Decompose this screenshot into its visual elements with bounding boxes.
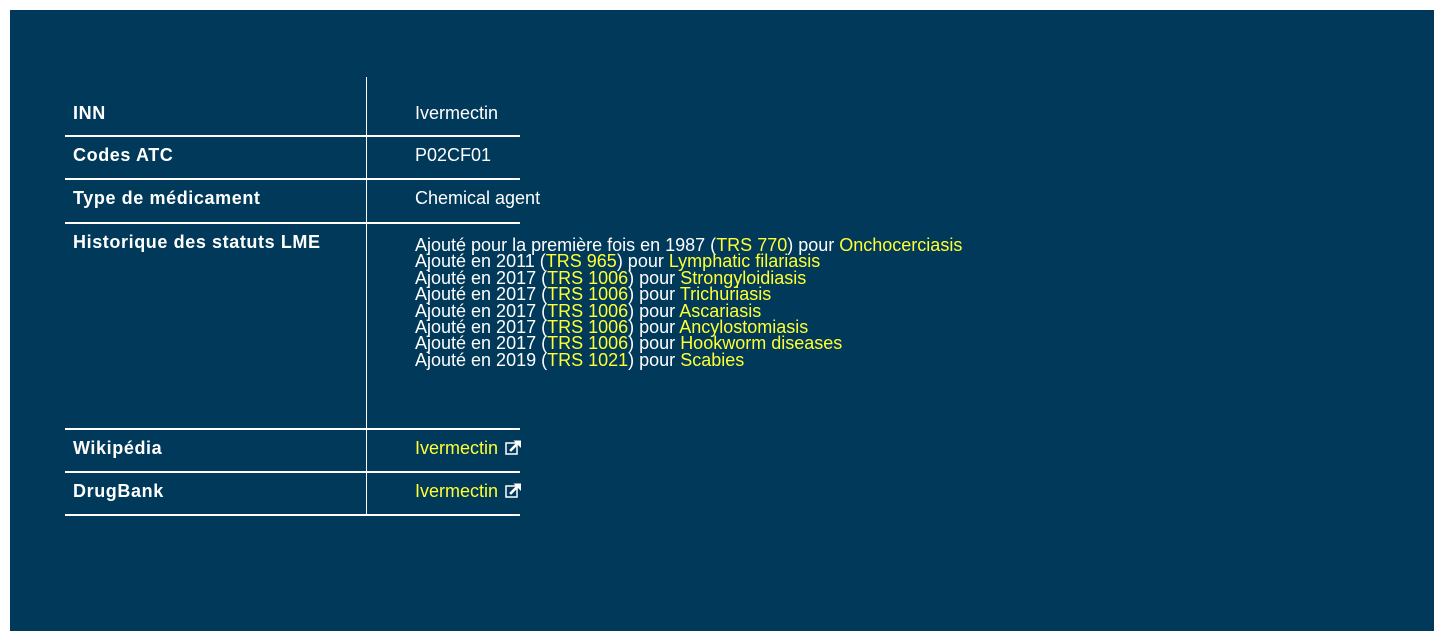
row-inn: INN Ivermectin <box>65 77 520 137</box>
wikipedia-value: Ivermectin <box>367 430 522 473</box>
inn-label: INN <box>65 77 367 137</box>
external-link-icon[interactable] <box>505 483 522 502</box>
trs-link[interactable]: TRS 1021 <box>547 350 628 370</box>
external-link-icon[interactable] <box>505 440 522 459</box>
eml-status-history-list: Ajouté pour la première fois en 1987 (TR… <box>367 224 962 430</box>
wikipedia-label: Wikipédia <box>65 430 367 473</box>
drugbank-label: DrugBank <box>65 473 367 516</box>
row-drugbank: DrugBank Ivermectin <box>65 473 522 516</box>
wikipedia-link[interactable]: Ivermectin <box>415 438 498 458</box>
row-wikipedia: Wikipédia Ivermectin <box>65 430 522 473</box>
indication-link[interactable]: Onchocerciasis <box>839 235 962 255</box>
atc-codes-label: Codes ATC <box>65 137 367 180</box>
medicine-type-value: Chemical agent <box>367 180 540 224</box>
info-panel: INN Ivermectin Codes ATC P02CF01 Type de… <box>10 10 1434 631</box>
atc-codes-value: P02CF01 <box>367 137 520 180</box>
history-entry-text: ) pour <box>628 349 681 370</box>
medicine-type-label: Type de médicament <box>65 180 367 224</box>
row-atc-codes: Codes ATC P02CF01 <box>65 137 520 180</box>
inn-value: Ivermectin <box>367 77 520 137</box>
drugbank-value: Ivermectin <box>367 473 522 516</box>
history-entry: Ajouté en 2019 (TRS 1021) pour Scabies <box>415 351 744 369</box>
history-entry-text: Ajouté en 2019 ( <box>415 349 548 370</box>
eml-status-history-label: Historique des statuts LME <box>65 224 367 430</box>
row-medicine-type: Type de médicament Chemical agent <box>65 180 540 224</box>
row-eml-status-history: Historique des statuts LME Ajouté pour l… <box>65 224 962 430</box>
drugbank-link[interactable]: Ivermectin <box>415 481 498 501</box>
indication-link[interactable]: Scabies <box>680 350 744 370</box>
medicine-info-table: INN Ivermectin Codes ATC P02CF01 Type de… <box>65 77 962 516</box>
